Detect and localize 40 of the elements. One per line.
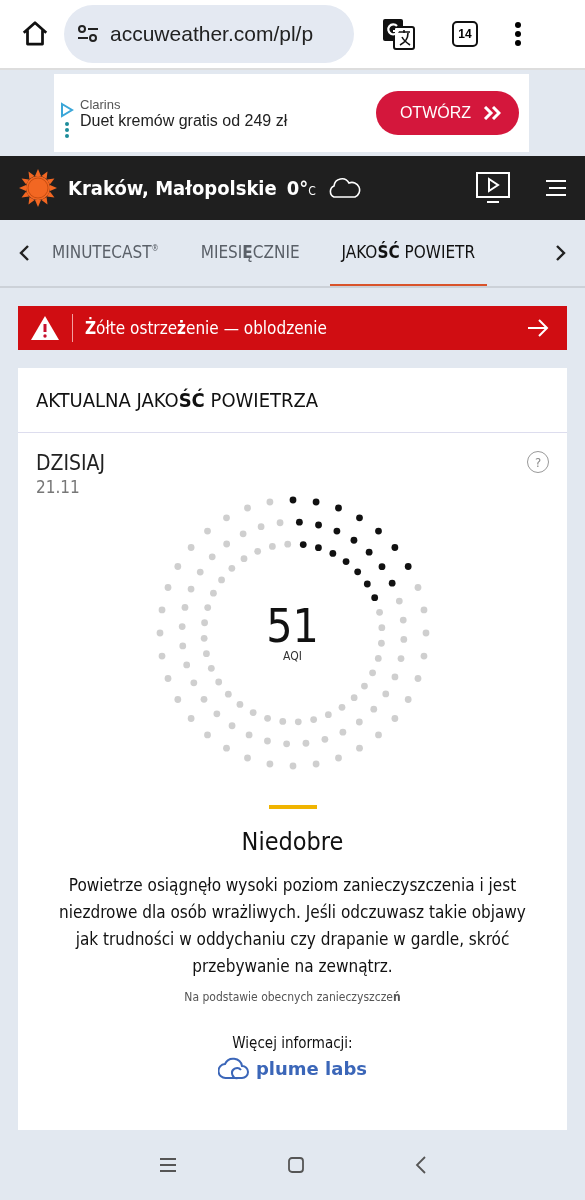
ad-banner[interactable]: Clarins Duet kremów gratis od 249 zł OTWÓRZ xyxy=(54,74,529,152)
current-temperature: 0°C xyxy=(286,176,316,200)
date-label: 21.11 xyxy=(36,477,81,497)
day-label: DZISIAJ xyxy=(36,451,106,475)
tab-count-button[interactable]: 14 xyxy=(452,21,478,47)
translate-icon[interactable] xyxy=(382,17,416,51)
plume-labs-link[interactable]: plume labs xyxy=(218,1056,367,1080)
sun-logo-icon[interactable] xyxy=(18,168,58,208)
warning-icon xyxy=(30,315,60,341)
arrow-right-icon xyxy=(527,319,549,337)
recent-apps-icon[interactable] xyxy=(158,1158,177,1172)
cloud-logo-icon xyxy=(218,1056,250,1080)
aqi-value: 51 xyxy=(266,603,319,649)
nav-tab[interactable]: MIESIĘCZNIE xyxy=(188,220,312,286)
address-bar[interactable]: accuweather.com/pl/p xyxy=(64,5,354,63)
more-info-label: Więcej informacji: xyxy=(232,1034,353,1052)
aqi-description: Powietrze osiągnęło wysoki poziom zanieczyszczenia i jest niezdrowe dla osób wrażliwych. Jeśli odczuwasz takie objawy jak trudności w oddychaniu czy drapanie w gardle, skróć przebywanie na zewnątrz. xyxy=(58,874,527,978)
weather-alert-banner[interactable]: Żółte ostrzeżenie — oblodzenie xyxy=(18,306,567,350)
home-button-icon[interactable] xyxy=(286,1156,305,1174)
aqi-unit: AQI xyxy=(283,649,302,663)
ad-choices-icon[interactable] xyxy=(60,102,74,118)
ad-options-icon[interactable] xyxy=(64,122,70,138)
back-icon[interactable] xyxy=(414,1156,427,1174)
source-note: Na podstawie obecnych zanieczyszczeń xyxy=(184,990,401,1004)
double-chevron-icon xyxy=(483,106,501,120)
ad-headline: Duet kremów gratis od 249 zł xyxy=(80,111,289,130)
nav-tab[interactable]: MINUTECAST$^{®}$ xyxy=(40,220,171,286)
open-button[interactable]: OTWÓRZ xyxy=(375,91,519,135)
alert-text: Żółte ostrzeżenie — oblodzenie xyxy=(85,318,328,338)
nav-tab[interactable]: JAKOŚĆ POWIETR xyxy=(329,220,487,286)
ad-brand: Clarins xyxy=(80,96,122,112)
aqi-category: Niedobre xyxy=(241,827,344,856)
site-settings-icon[interactable] xyxy=(76,24,100,44)
chevron-left-icon[interactable] xyxy=(18,244,30,262)
card-title: AKTUALNA JAKOŚĆ POWIETRZA xyxy=(36,388,319,412)
video-icon[interactable] xyxy=(475,171,511,205)
menu-icon[interactable] xyxy=(545,178,567,198)
chevron-right-icon[interactable] xyxy=(555,244,567,262)
more-menu-icon[interactable] xyxy=(514,21,522,47)
location-name[interactable]: Kraków, Małopolskie xyxy=(68,176,277,200)
